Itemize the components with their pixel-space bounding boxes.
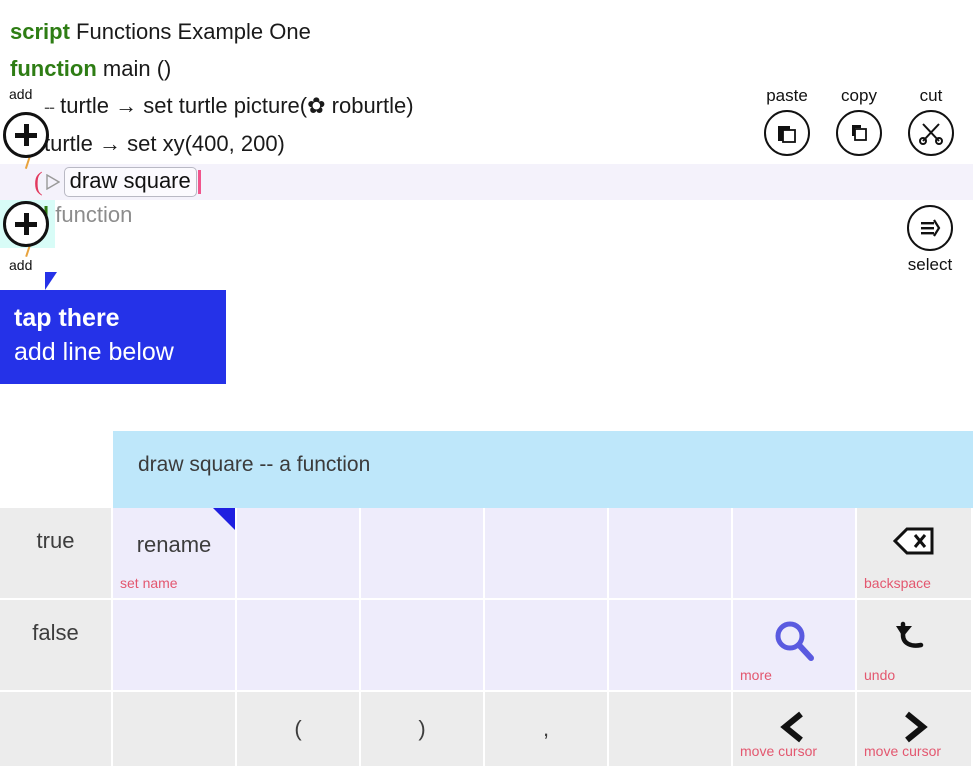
keypad-key-r2-c2[interactable]: ( xyxy=(237,692,361,768)
set-picture-text: turtle → set turtle picture(✿ roburtle) xyxy=(60,93,414,118)
hint-bar: draw square -- a function xyxy=(113,431,973,516)
key-label: true xyxy=(36,528,75,553)
code-line-script[interactable]: script Functions Example One xyxy=(10,19,311,45)
keypad-key-r1-c1[interactable] xyxy=(113,600,237,692)
tooltip-add-line-below: tap there add line below xyxy=(0,290,226,384)
paste-label: paste xyxy=(766,86,808,105)
copy-button[interactable]: copy xyxy=(834,86,884,156)
set-xy-text: turtle → set xy(400, 200) xyxy=(44,131,285,156)
copy-label: copy xyxy=(841,86,877,105)
select-label: select xyxy=(907,255,953,274)
add-line-button-bottom[interactable] xyxy=(3,201,49,247)
keyword-script: script xyxy=(10,19,70,44)
paste-button[interactable]: paste xyxy=(762,86,812,156)
key-sublabel: more xyxy=(740,667,772,683)
end-function-label: function xyxy=(55,202,133,227)
key-sublabel: backspace xyxy=(864,575,931,591)
keypad-key-r0-c2[interactable] xyxy=(237,508,361,600)
select-lines-icon[interactable] xyxy=(907,205,953,251)
code-line-set-picture[interactable]: -- turtle → set turtle picture(✿ roburtl… xyxy=(44,93,414,119)
keypad-key-r2-c7[interactable]: move cursor xyxy=(857,692,973,768)
keypad-key-r2-c3[interactable]: ) xyxy=(361,692,485,768)
code-line-function[interactable]: function main () xyxy=(10,56,171,82)
cut-button[interactable]: cut xyxy=(906,86,956,156)
key-label: rename xyxy=(136,532,212,557)
keypad-key-r2-c6[interactable]: move cursor xyxy=(733,692,857,768)
add-button-bottom-label: add xyxy=(9,257,33,273)
scissors-icon[interactable] xyxy=(908,110,954,156)
key-label: , xyxy=(542,716,550,741)
key-sublabel: move cursor xyxy=(740,743,818,759)
tooltip-line-2: add line below xyxy=(14,338,174,366)
cut-label: cut xyxy=(919,86,943,105)
add-line-button-top[interactable] xyxy=(3,112,49,158)
keypad-key-r1-c5[interactable] xyxy=(609,600,733,692)
code-editor[interactable]: script Functions Example One function ma… xyxy=(0,0,973,420)
keypad-key-r0-c3[interactable] xyxy=(361,508,485,600)
search-icon xyxy=(733,618,855,669)
keypad-key-r2-c5[interactable] xyxy=(609,692,733,768)
keypad-key-r1-c2[interactable] xyxy=(237,600,361,692)
script-name: Functions Example One xyxy=(76,19,311,44)
undo-icon xyxy=(857,618,971,657)
function-name: main () xyxy=(102,56,172,81)
key-sublabel: set name xyxy=(120,575,178,591)
keypad-key-r0-c7[interactable]: backspace xyxy=(857,508,973,600)
keypad-key-r1-c3[interactable] xyxy=(361,600,485,692)
keypad-key-r2-c4[interactable]: , xyxy=(485,692,609,768)
keypad-panel: draw square -- a function true rename set … xyxy=(0,420,973,768)
selected-line[interactable]: ( draw square xyxy=(34,167,201,197)
text-caret xyxy=(197,170,201,194)
keypad-key-r0-c6[interactable] xyxy=(733,508,857,600)
keypad-key-r1-c6[interactable]: more xyxy=(733,600,857,692)
keypad-key-r1-c0[interactable]: false xyxy=(0,600,113,692)
keyword-function: function xyxy=(10,56,97,81)
keypad-key-r1-c4[interactable] xyxy=(485,600,609,692)
keypad-key-r0-c4[interactable] xyxy=(485,508,609,600)
key-label: ( xyxy=(294,716,302,741)
keypad-grid[interactable]: true rename set name backspace false more undo… xyxy=(0,508,973,768)
paste-icon[interactable] xyxy=(764,110,810,156)
keypad-key-r2-c0[interactable] xyxy=(0,692,113,768)
keypad-key-r2-c1[interactable] xyxy=(113,692,237,768)
hint-text: draw square -- a function xyxy=(138,453,371,476)
tooltip-line-1: tap there xyxy=(14,304,120,332)
play-triangle-icon[interactable] xyxy=(45,174,60,190)
line-name-input[interactable]: draw square xyxy=(63,167,197,197)
backspace-icon xyxy=(857,526,971,561)
copy-icon[interactable] xyxy=(836,110,882,156)
comment-marker-icon: -- xyxy=(44,97,55,117)
add-button-top-label: add xyxy=(9,86,33,102)
keypad-key-r1-c7[interactable]: undo xyxy=(857,600,973,692)
key-sublabel: undo xyxy=(864,667,896,683)
tooltip-pointer xyxy=(45,272,69,290)
key-corner-marker-icon xyxy=(213,508,235,530)
key-label: false xyxy=(32,620,79,645)
open-brace-marker: ( xyxy=(34,167,43,196)
app-root: script Functions Example One function ma… xyxy=(0,0,973,768)
key-sublabel: move cursor xyxy=(864,743,942,759)
select-button[interactable]: select xyxy=(905,205,955,275)
keypad-key-r0-c0[interactable]: true xyxy=(0,508,113,600)
keypad-key-r0-c5[interactable] xyxy=(609,508,733,600)
keypad-key-r0-c1[interactable]: rename set name xyxy=(113,508,237,600)
code-line-set-xy[interactable]: turtle → set xy(400, 200) xyxy=(44,131,285,157)
key-label: ) xyxy=(418,716,426,741)
